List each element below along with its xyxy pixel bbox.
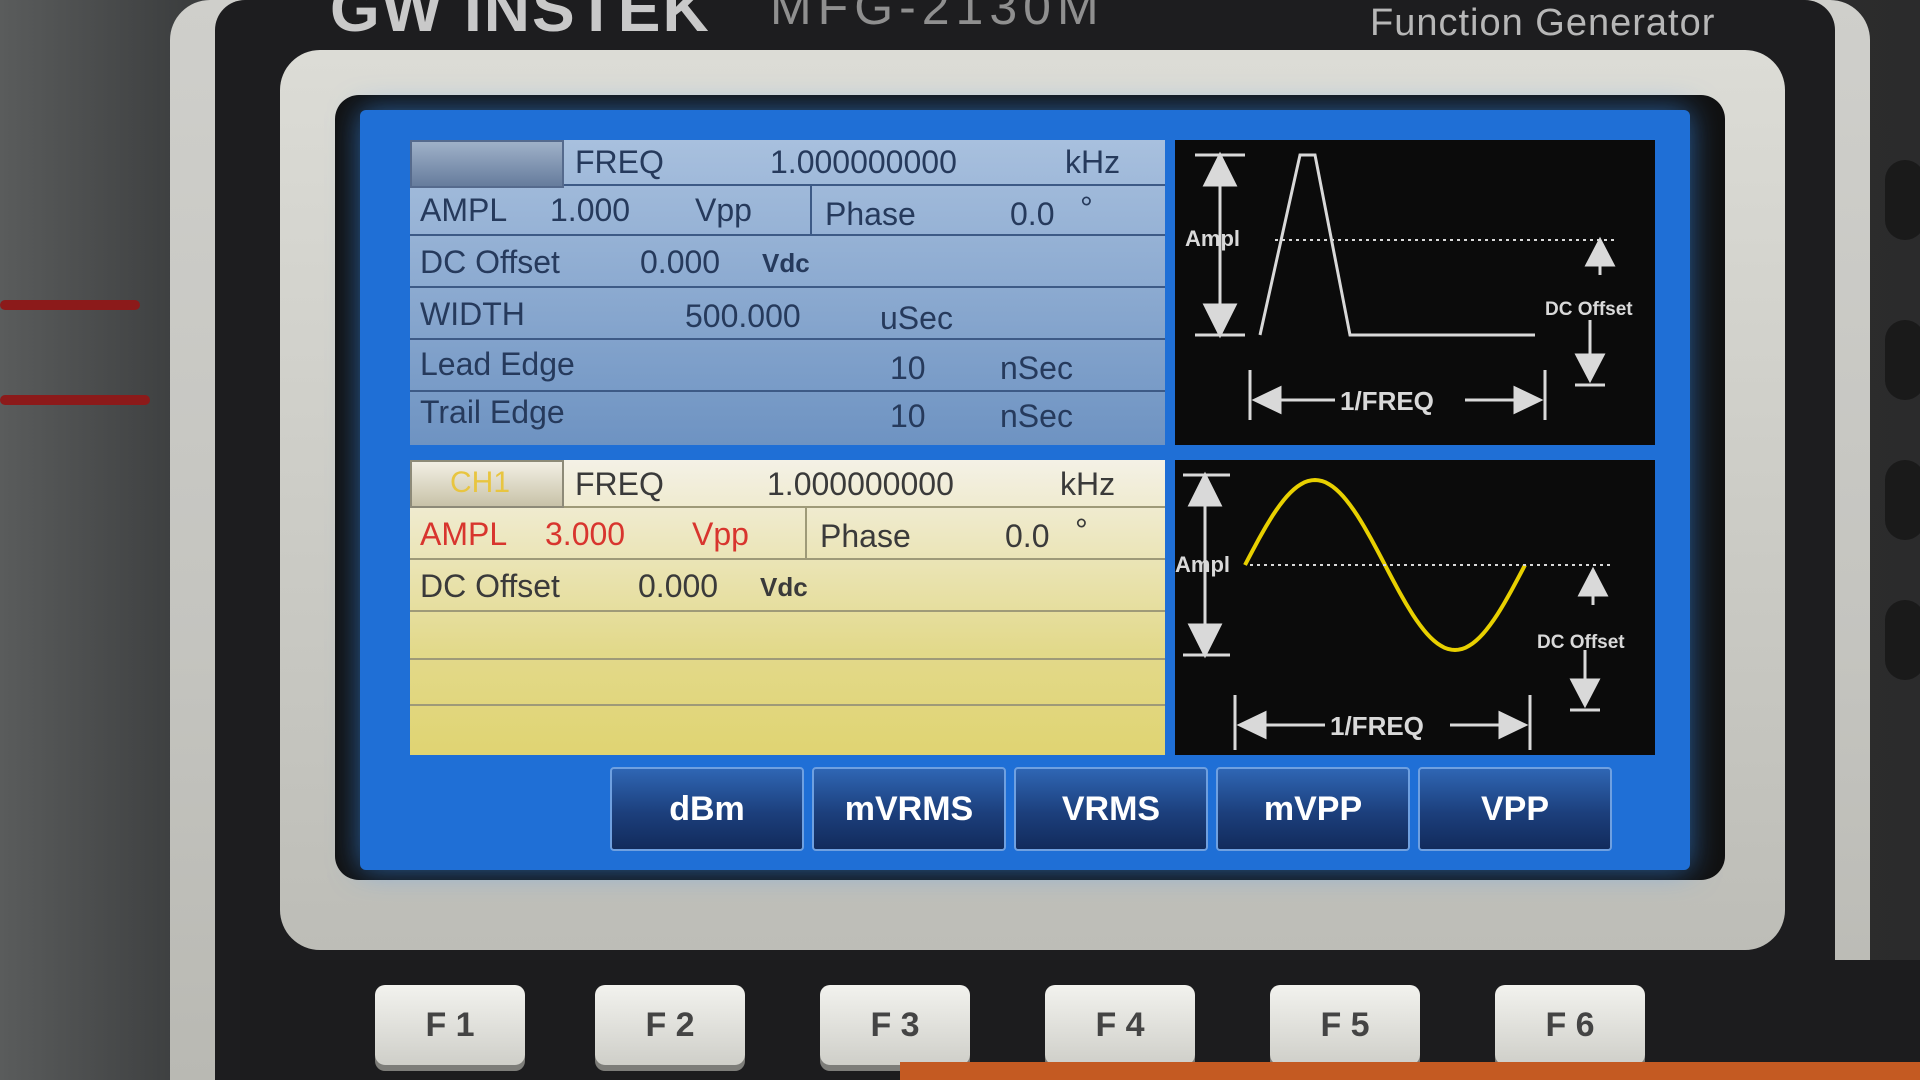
f5-key[interactable]: F 5 <box>1270 985 1420 1065</box>
ch1-ampl-unit: Vpp <box>692 516 749 552</box>
side-knob[interactable] <box>1885 320 1920 400</box>
softkey-vrms[interactable]: VRMS <box>1014 767 1208 851</box>
ampl-arrow-up-icon <box>1187 471 1223 507</box>
f1-key[interactable]: F 1 <box>375 985 525 1065</box>
ch2-lead-unit: nSec <box>1000 350 1073 386</box>
dc-offset-up-icon <box>1577 566 1609 597</box>
ch2-freq-value[interactable]: 1.000000000 <box>770 144 957 181</box>
ch2-ampl-wave-label: Ampl <box>1185 226 1240 251</box>
ch2-phase-label: Phase <box>825 196 916 232</box>
ch1-empty-row <box>410 706 1165 752</box>
ch2-trail-unit: nSec <box>1000 398 1073 434</box>
dc-offset-down-icon <box>1569 678 1601 709</box>
ch2-channel-tab[interactable] <box>410 140 564 188</box>
ch2-divider <box>810 186 812 234</box>
ch1-waveform-diagram: Ampl DC Offset 1/FREQ <box>1175 460 1655 755</box>
softkey-mvpp[interactable]: mVPP <box>1216 767 1410 851</box>
red-cable <box>0 300 140 310</box>
period-left-arrow-icon <box>1236 710 1267 740</box>
ch2-dc-offset-row[interactable]: DC Offset 0.000 Vdc <box>410 236 1165 288</box>
ch1-freq-label: FREQ <box>575 466 664 502</box>
f6-key[interactable]: F 6 <box>1495 985 1645 1065</box>
side-knob[interactable] <box>1885 600 1920 680</box>
ch2-ampl-unit: Vpp <box>695 192 752 228</box>
device-subtitle: Function Generator <box>1370 2 1716 44</box>
ch2-lead-edge-row[interactable]: Lead Edge 10 nSec <box>410 340 1165 392</box>
ch1-freq-unit: kHz <box>1060 466 1116 502</box>
side-knob[interactable] <box>1885 160 1920 240</box>
orange-trim <box>900 1062 1920 1080</box>
ch1-dc-value[interactable]: 0.000 <box>638 568 718 605</box>
dc-offset-down-icon <box>1574 353 1606 384</box>
ch2-pulse-trace <box>1258 153 1535 337</box>
f2-key[interactable]: F 2 <box>595 985 745 1065</box>
ch1-ampl-row[interactable]: AMPL 3.000 Vpp Phase 0.0 ° <box>410 508 1165 560</box>
f4-key[interactable]: F 4 <box>1045 985 1195 1065</box>
ch1-period-wave-label: 1/FREQ <box>1330 711 1424 741</box>
ch2-dc-value[interactable]: 0.000 <box>640 244 720 281</box>
ch1-divider <box>805 508 807 558</box>
ch1-dc-unit: Vdc <box>760 572 808 602</box>
ch1-empty-row <box>410 612 1165 660</box>
f3-key[interactable]: F 3 <box>820 985 970 1065</box>
ch2-ampl-label: AMPL <box>420 192 508 228</box>
ch2-freq-row[interactable]: FREQ 1.000000000 kHz <box>410 140 1165 188</box>
ch2-width-label: WIDTH <box>420 296 525 332</box>
ch1-channel-label: CH1 <box>450 466 511 499</box>
ch1-freq-row[interactable]: CH1 FREQ 1.000000000 kHz <box>410 460 1165 508</box>
ch2-dc-label: DC Offset <box>420 244 560 280</box>
red-cable <box>0 395 150 405</box>
period-right-arrow-icon <box>1498 710 1529 740</box>
ch2-phase-unit: ° <box>1080 190 1093 226</box>
ch1-freq-value[interactable]: 1.000000000 <box>767 466 954 503</box>
ch1-phase-unit: ° <box>1075 512 1088 548</box>
ch2-trail-value[interactable]: 10 <box>890 398 926 435</box>
ampl-arrow-down-icon <box>1202 303 1238 339</box>
period-right-arrow-icon <box>1513 385 1544 415</box>
ch1-phase-label: Phase <box>820 518 911 554</box>
ch1-dc-offset-row[interactable]: DC Offset 0.000 Vdc <box>410 560 1165 612</box>
softkey-mvrms[interactable]: mVRMS <box>812 767 1006 851</box>
ch1-phase-value[interactable]: 0.0 <box>1005 518 1049 555</box>
lcd-screen: FREQ 1.000000000 kHz AMPL 1.000 Vpp Phas… <box>360 110 1690 870</box>
period-left-arrow-icon <box>1251 385 1282 415</box>
ch1-ampl-wave-label: Ampl <box>1175 552 1230 577</box>
model-name: MFG-2130M <box>770 0 1105 35</box>
ch2-width-value[interactable]: 500.000 <box>685 298 801 335</box>
ch2-phase-value[interactable]: 0.0 <box>1010 196 1054 233</box>
side-knob[interactable] <box>1885 460 1920 540</box>
ch1-ampl-label: AMPL <box>420 516 508 552</box>
ampl-arrow-down-icon <box>1187 623 1223 659</box>
ch2-freq-label: FREQ <box>575 144 664 180</box>
ch1-empty-row <box>410 660 1165 706</box>
ch2-waveform-diagram: Ampl DC Offset 1/FREQ <box>1175 140 1655 445</box>
dc-offset-up-icon <box>1584 236 1616 267</box>
ch2-parameter-panel: FREQ 1.000000000 kHz AMPL 1.000 Vpp Phas… <box>410 140 1165 445</box>
softkey-dbm[interactable]: dBm <box>610 767 804 851</box>
ch2-dc-offset-wave-label: DC Offset <box>1545 299 1633 320</box>
ch2-ampl-row[interactable]: AMPL 1.000 Vpp Phase 0.0 ° <box>410 186 1165 236</box>
ch1-parameter-panel: CH1 FREQ 1.000000000 kHz AMPL 3.000 Vpp … <box>410 460 1165 755</box>
softkey-vpp[interactable]: VPP <box>1418 767 1612 851</box>
ch2-dc-unit: Vdc <box>762 248 810 278</box>
ch2-lead-value[interactable]: 10 <box>890 350 926 387</box>
ch2-trail-label: Trail Edge <box>420 394 565 430</box>
ch2-trail-edge-row[interactable]: Trail Edge 10 nSec <box>410 392 1165 442</box>
ch2-ampl-value[interactable]: 1.000 <box>550 192 630 229</box>
ch1-dc-label: DC Offset <box>420 568 560 604</box>
ch1-dc-offset-wave-label: DC Offset <box>1537 632 1625 653</box>
ch2-lead-label: Lead Edge <box>420 346 575 382</box>
brand-logo: GW INSTEK <box>330 0 711 45</box>
ch2-width-row[interactable]: WIDTH 500.000 uSec <box>410 288 1165 340</box>
ch2-freq-unit: kHz <box>1065 144 1121 180</box>
ch1-channel-tab[interactable]: CH1 <box>410 460 564 508</box>
ch2-period-wave-label: 1/FREQ <box>1340 386 1434 416</box>
ch1-ampl-value[interactable]: 3.000 <box>545 516 625 553</box>
ch2-width-unit: uSec <box>880 300 953 336</box>
ampl-arrow-up-icon <box>1202 151 1238 187</box>
